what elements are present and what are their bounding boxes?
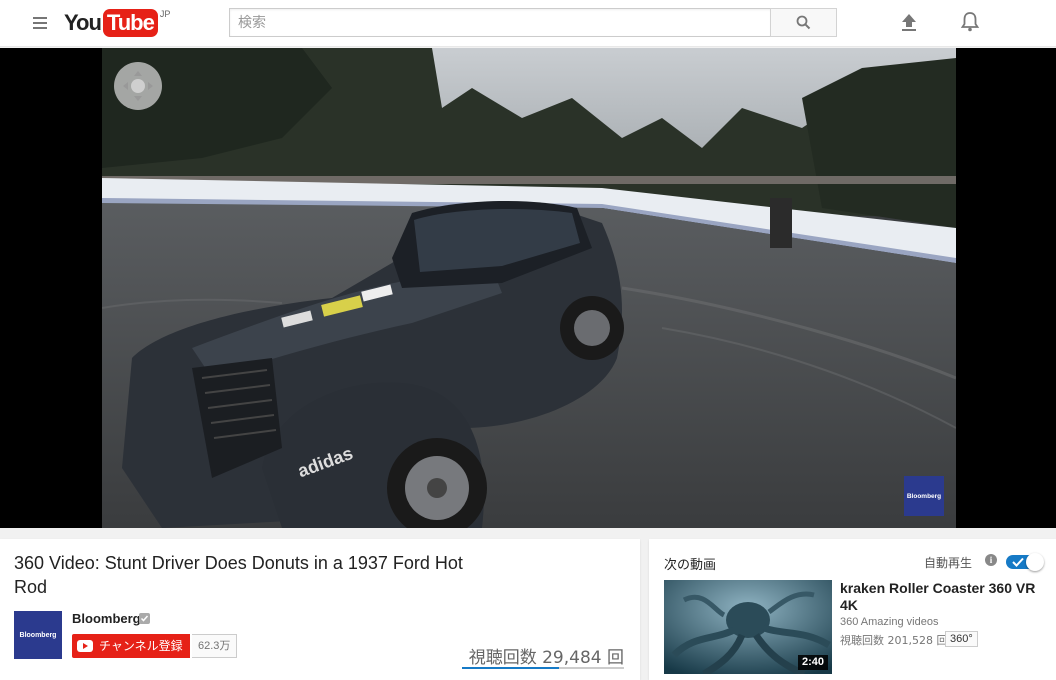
video-player[interactable]: adidas Bloomberg [0, 48, 1056, 528]
toggle-knob [1026, 553, 1044, 571]
upload-icon[interactable] [898, 11, 920, 33]
video-duration: 2:40 [797, 655, 828, 670]
logo-tube: Tube [102, 9, 158, 37]
pan-control[interactable] [114, 62, 162, 110]
up-next-header: 次の動画 [664, 558, 717, 573]
verified-icon [139, 613, 150, 624]
pan-control-icon [123, 71, 153, 101]
check-icon [1012, 557, 1024, 567]
next-video-views: 視聴回数 201,528 回 [840, 634, 948, 647]
subscribe-label: チャンネル登録 [99, 639, 183, 653]
logo-you: You [64, 10, 102, 35]
video-title: 360 Video: Stunt Driver Does Donuts in a… [14, 553, 463, 597]
search-input[interactable]: 検索 [229, 8, 771, 37]
search-button[interactable] [770, 8, 837, 37]
masthead: You Tube JP 検索 [0, 0, 1056, 47]
bell-icon[interactable] [958, 10, 982, 34]
info-icon[interactable]: i [985, 554, 997, 566]
autoplay-toggle[interactable] [1006, 553, 1044, 571]
subscriber-count: 62.3万 [192, 634, 238, 658]
channel-watermark[interactable]: Bloomberg [904, 476, 944, 516]
video-info-card: 360 Video: Stunt Driver Does Donuts in a… [0, 539, 640, 680]
video-scene-image: adidas [102, 48, 956, 528]
search-icon [796, 15, 811, 30]
next-video-thumbnail[interactable]: 2:40 [664, 580, 832, 674]
badge-360: 360° [945, 631, 978, 647]
next-video-channel: 360 Amazing videos [840, 616, 939, 628]
next-video-title[interactable]: kraken Roller Coaster 360 VR 4K [840, 580, 1040, 614]
up-next-panel: 次の動画 自動再生 i 2:40 kraken Roller Coaster 3… [649, 539, 1056, 680]
youtube-play-icon [77, 640, 93, 652]
autoplay-label: 自動再生 [924, 556, 973, 570]
logo-region: JP [159, 9, 171, 19]
view-count: 視聴回数 29,484 回 [468, 648, 624, 668]
menu-icon[interactable] [33, 17, 47, 29]
channel-avatar[interactable]: Bloomberg [14, 611, 62, 659]
video-frame[interactable]: adidas Bloomberg [102, 48, 956, 528]
youtube-logo[interactable]: You Tube JP [64, 9, 170, 37]
like-ratio-fill [462, 667, 560, 669]
like-ratio-bar [462, 667, 624, 669]
subscribe-button[interactable]: チャンネル登録 [72, 634, 190, 658]
channel-name[interactable]: Bloomberg [72, 611, 141, 626]
